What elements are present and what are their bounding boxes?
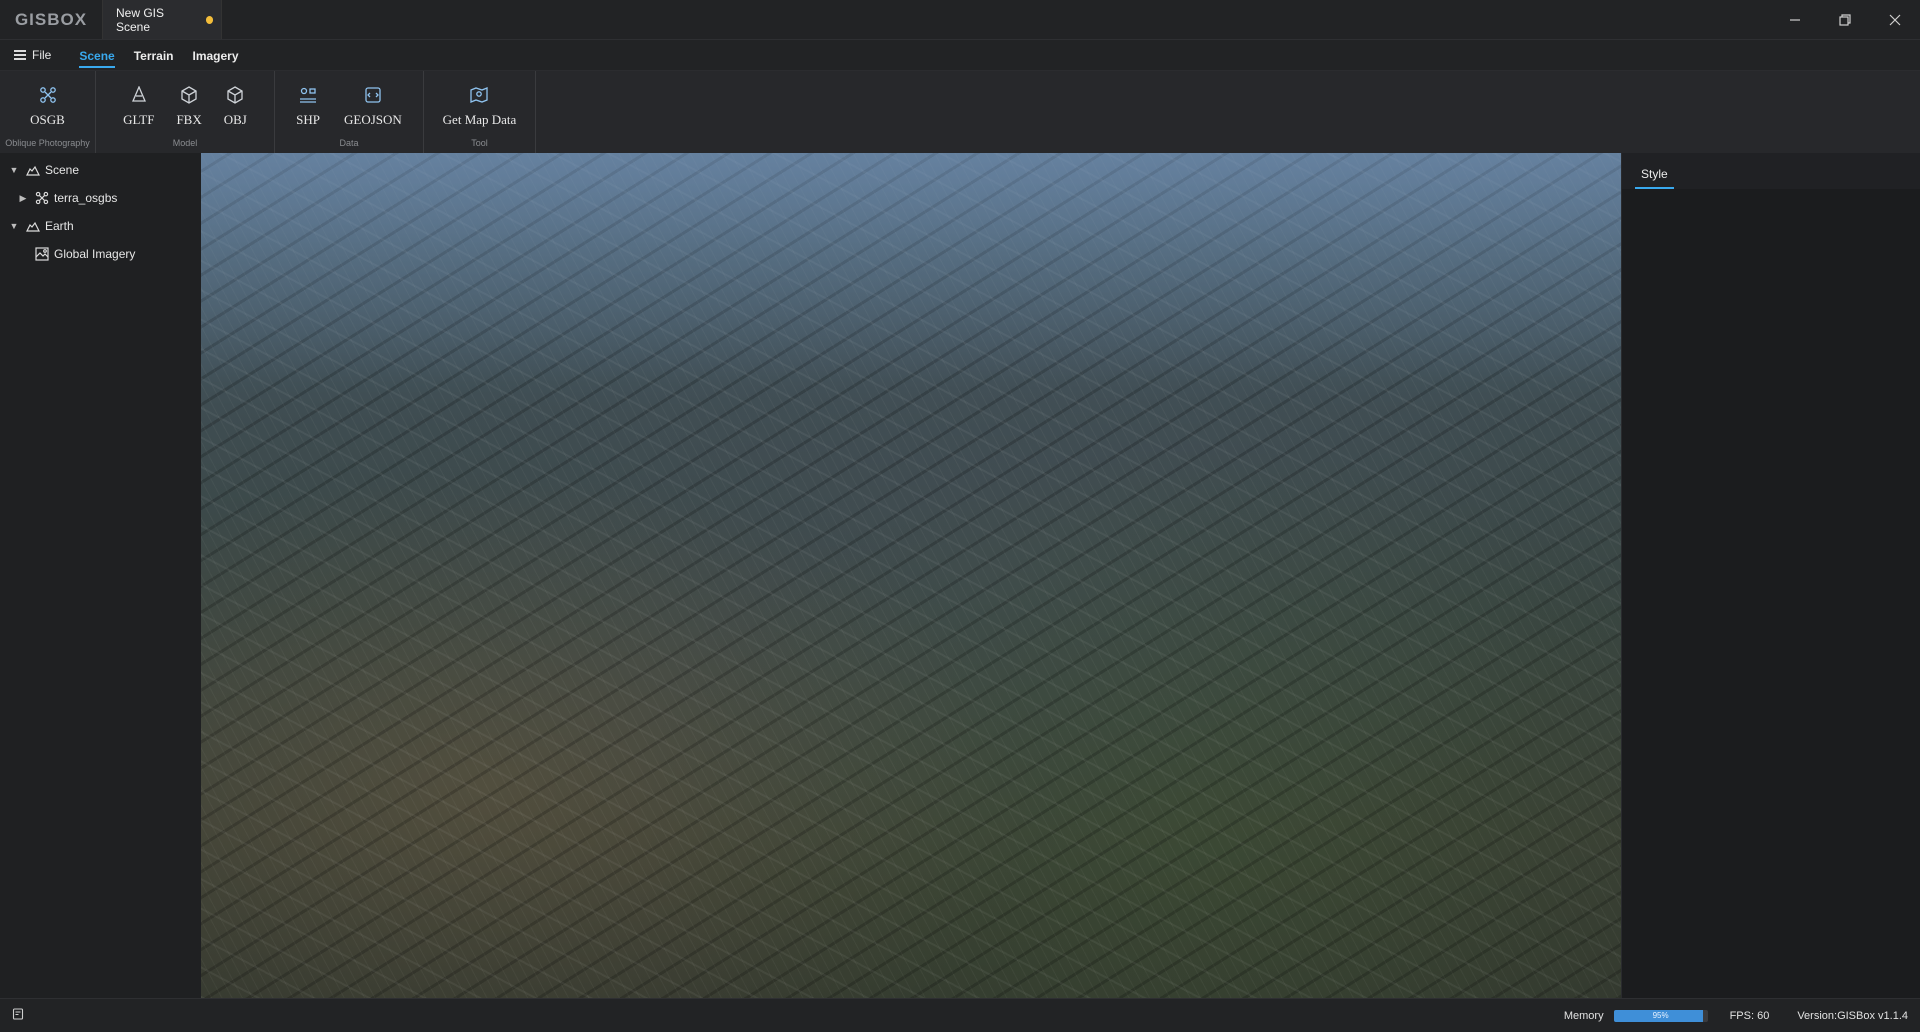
ribbon-group-data: SHP GEOJSON Data (275, 71, 424, 153)
close-button[interactable] (1870, 0, 1920, 40)
fps-readout: FPS: 60 (1729, 1009, 1770, 1022)
tab-style[interactable]: Style (1635, 167, 1674, 189)
properties-tabs: Style (1622, 153, 1920, 189)
expand-caret-icon[interactable]: ▼ (7, 221, 21, 231)
obj-icon (225, 85, 245, 105)
ribbon-group-tool: Get Map Data Tool (424, 71, 536, 153)
shp-button[interactable]: SHP (284, 85, 332, 128)
geojson-icon (363, 85, 383, 105)
hamburger-icon (14, 50, 26, 60)
obj-button[interactable]: OBJ (213, 85, 258, 128)
layer-icon (25, 162, 41, 178)
geojson-label: GEOJSON (344, 112, 402, 127)
layer-icon (25, 218, 41, 234)
map-viewport[interactable] (201, 153, 1621, 998)
ribbon-group-label: Model (172, 138, 198, 148)
ribbon-group-label: Oblique Photography (5, 138, 90, 148)
get-map-data-button[interactable]: Get Map Data (433, 85, 527, 128)
collapse-caret-icon[interactable]: ▶ (16, 193, 30, 204)
memory-bar: 95% (1613, 1009, 1708, 1022)
document-tab-label: New GIS Scene (116, 5, 165, 34)
memory-percent: 95% (1652, 1011, 1669, 1020)
memory-label: Memory (1563, 1009, 1604, 1022)
atmosphere-haze (201, 153, 1621, 383)
osgb-icon (38, 85, 58, 105)
tree-item-label: terra_osgbs (54, 191, 118, 205)
tree-item-earth[interactable]: ▼ Earth (0, 212, 201, 240)
fbx-icon (179, 85, 199, 105)
notes-icon[interactable] (12, 1008, 24, 1023)
fbx-button[interactable]: FBX (165, 85, 212, 128)
osgb-label: OSGB (30, 112, 65, 127)
tree-item-terra-osgbs[interactable]: ▶ terra_osgbs (0, 184, 201, 212)
tree-item-global-imagery[interactable]: Global Imagery (0, 240, 201, 268)
obj-label: OBJ (223, 112, 247, 127)
gltf-label: GLTF (123, 112, 155, 127)
version-text: Version:GISBox v1.1.4 (1797, 1009, 1908, 1022)
ribbon-group-label: Data (339, 138, 359, 148)
scene-tree-panel: ▼ Scene ▶ terra_osgbs ▼ Earth Global Ima… (0, 153, 201, 998)
minimize-button[interactable] (1770, 0, 1820, 40)
tab-terrain[interactable]: Terrain (134, 43, 174, 68)
ribbon-group-label: Tool (471, 138, 488, 148)
status-bar: Memory 95% FPS: 60 Version:GISBox v1.1.4 (0, 998, 1920, 1032)
fbx-label: FBX (176, 112, 202, 127)
expand-caret-icon[interactable]: ▼ (7, 165, 21, 175)
gisbox-app: GISBOX New GIS Scene File Scene Terrain … (0, 0, 1920, 1032)
geojson-button[interactable]: GEOJSON (332, 85, 414, 128)
tab-scene[interactable]: Scene (79, 43, 116, 68)
osgb-icon (34, 190, 50, 206)
tree-item-label: Scene (45, 163, 80, 177)
ribbon-group-model: GLTF FBX OBJ Model (96, 71, 275, 153)
tree-item-label: Earth (45, 219, 74, 233)
properties-panel: Style (1621, 153, 1920, 998)
shp-label: SHP (296, 112, 321, 127)
shp-icon (298, 85, 318, 105)
restore-button[interactable] (1820, 0, 1870, 40)
app-logo: GISBOX (14, 9, 88, 29)
gltf-button[interactable]: GLTF (112, 85, 165, 128)
unsaved-dot-icon (205, 15, 213, 24)
tab-imagery[interactable]: Imagery (193, 43, 239, 68)
status-info: Memory 95% FPS: 60 Version:GISBox v1.1.4 (1563, 1009, 1908, 1022)
menu-bar: File Scene Terrain Imagery (0, 40, 1920, 71)
minimize-icon (1790, 19, 1800, 21)
restore-icon (1839, 14, 1851, 26)
tree-item-label: Global Imagery (54, 247, 136, 261)
file-menu-button[interactable]: File (14, 48, 51, 62)
ribbon-toolbar: OSGB Oblique Photography GLTF FBX OBJ Mo… (0, 71, 1920, 153)
gltf-icon (129, 85, 149, 105)
title-bar: GISBOX New GIS Scene (0, 0, 1920, 40)
get-map-data-label: Get Map Data (442, 112, 517, 127)
osgb-button[interactable]: OSGB (20, 85, 75, 128)
window-controls (1770, 0, 1920, 39)
tree-item-scene[interactable]: ▼ Scene (0, 156, 201, 184)
close-icon (1889, 14, 1901, 26)
ribbon-group-oblique-photography: OSGB Oblique Photography (0, 71, 96, 153)
file-menu-label: File (32, 48, 52, 62)
map-data-icon (469, 85, 489, 105)
document-tab[interactable]: New GIS Scene (102, 0, 222, 39)
imagery-icon (34, 246, 50, 262)
